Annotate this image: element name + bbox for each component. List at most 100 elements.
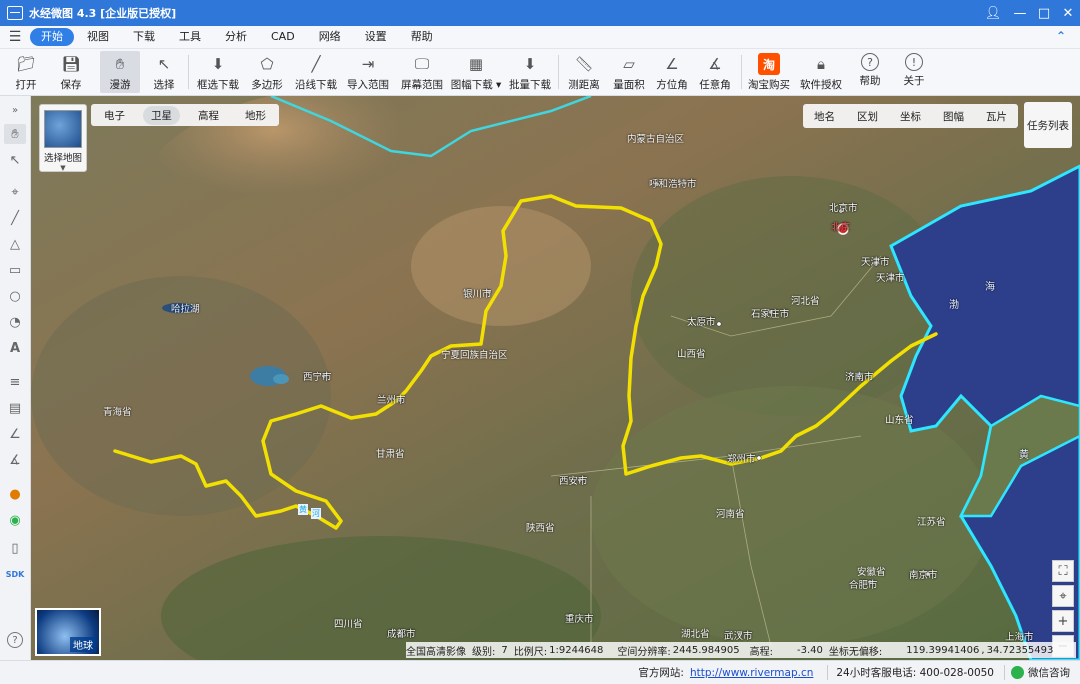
menu-download[interactable]: 下载	[122, 28, 166, 46]
link-icon[interactable]: ◉	[4, 510, 26, 530]
about-button[interactable]: ! 关于	[896, 51, 932, 93]
menu-settings[interactable]: 设置	[354, 28, 398, 46]
label-nanjing: 南京市	[909, 570, 938, 581]
latitude-value: 34.72355493	[986, 644, 1054, 656]
map-type-terrain[interactable]: 地形	[237, 106, 274, 125]
import-range-button[interactable]: ⇥ 导入范围	[346, 51, 390, 93]
map-type-satellite[interactable]: 卫星	[143, 105, 180, 125]
batch-download-label: 批量下载	[509, 79, 551, 91]
wechat-consult-button[interactable]: 微信咨询	[1004, 665, 1070, 680]
window-title: 水经微图 4.3 [企业版已授权]	[29, 7, 177, 20]
expand-panel-icon[interactable]: »	[4, 100, 26, 120]
question-icon[interactable]: ?	[7, 632, 23, 648]
sector-icon[interactable]: ◔	[4, 312, 26, 332]
select-map-label: 选择地图	[43, 153, 82, 164]
menu-analysis[interactable]: 分析	[214, 28, 258, 46]
phone-icon[interactable]: ▯	[4, 538, 26, 558]
select-label: 选择	[153, 79, 175, 91]
zoom-in-button[interactable]: +	[1052, 610, 1074, 632]
bearing-button[interactable]: ∠ 方位角	[653, 51, 691, 93]
bearing-icon[interactable]: ∠	[4, 424, 26, 444]
any-angle-label: 任意角	[699, 79, 731, 91]
measure-distance-button[interactable]: 📏︎ 测距离	[565, 51, 603, 93]
hamburger-menu-icon[interactable]: ☰	[0, 29, 30, 45]
box-download-button[interactable]: ⬇ 框选下载	[195, 51, 241, 93]
task-list-button[interactable]: 任务列表	[1024, 102, 1072, 148]
layer-divisions[interactable]: 区划	[846, 109, 889, 124]
sheet-download-button[interactable]: ▦ 图幅下载 ▾	[451, 51, 502, 93]
layer-placenames[interactable]: 地名	[803, 109, 846, 124]
any-angle-button[interactable]: ∡ 任意角	[696, 51, 734, 93]
layer-tiles[interactable]: 瓦片	[975, 109, 1018, 124]
hand-icon: ✋︎	[115, 55, 125, 73]
angle-icon[interactable]: ∡	[4, 450, 26, 470]
taobao-label: 淘宝购买	[748, 79, 790, 91]
site-link[interactable]: http://www.rivermap.cn	[690, 667, 813, 679]
map-type-switcher: 电子 卫星 高程 地形	[91, 104, 279, 126]
polygon-icon[interactable]: △	[4, 234, 26, 254]
polygon-button[interactable]: ⬠ 多边形	[248, 51, 286, 93]
menu-start[interactable]: 开始	[30, 28, 74, 46]
label-taiyuan: 太原市	[687, 317, 716, 328]
text-icon[interactable]: A	[4, 338, 26, 358]
ruler-icon[interactable]: ≡	[4, 372, 26, 392]
dropdown-arrow-icon: ▼	[60, 164, 66, 172]
map-type-elevation[interactable]: 高程	[190, 106, 227, 125]
hand-icon[interactable]: ✋︎	[4, 124, 26, 144]
license-button[interactable]: 🔒︎ 软件授权	[799, 51, 843, 93]
pan-button[interactable]: ✋︎ 漫游	[100, 51, 140, 93]
maximize-button[interactable]: □	[1032, 0, 1056, 26]
app-logo-icon	[7, 6, 23, 20]
label-yinchuan: 银川市	[463, 289, 492, 300]
label-shaanxi: 陕西省	[526, 523, 555, 534]
wechat-icon	[1011, 666, 1024, 679]
label-qinghai: 青海省	[103, 407, 132, 418]
ruler-icon: 📏︎	[574, 55, 594, 73]
taobao-button[interactable]: 淘 淘宝购买	[747, 51, 791, 93]
select-map-button[interactable]: 选择地图 ▼	[39, 104, 87, 172]
open-button[interactable]: 📁︎ 打开	[8, 51, 44, 93]
save-button[interactable]: 💾︎ 保存	[54, 51, 88, 93]
measure-area-button[interactable]: ▱ 量面积	[610, 51, 648, 93]
map-canvas[interactable]: 内蒙古自治区 呼和浩特市 北京市 北京 天津市 天津市 河北省 石家庄市 太原市…	[31, 96, 1080, 660]
label-beijing-city: 北京市	[829, 203, 858, 214]
close-button[interactable]: ✕	[1056, 0, 1080, 26]
menu-network[interactable]: 网络	[308, 28, 352, 46]
polyline-icon[interactable]: ╱	[4, 208, 26, 228]
hotline-text: 24小时客服电话: 400-028-0050	[827, 665, 994, 680]
help-button[interactable]: ? 帮助	[852, 51, 888, 93]
screen-range-button[interactable]: 🖵︎ 屏幕范围	[400, 51, 444, 93]
monitor-icon: 🖵︎	[414, 55, 430, 73]
area-icon[interactable]: ▤	[4, 398, 26, 418]
sdk-icon[interactable]: SDK	[4, 564, 26, 584]
license-label: 软件授权	[800, 79, 842, 91]
rectangle-icon[interactable]: ▭	[4, 260, 26, 280]
label-hohhot: 呼和浩特市	[649, 179, 697, 190]
circle-icon[interactable]: ○	[4, 286, 26, 306]
minimize-button[interactable]: —	[1008, 0, 1032, 26]
select-button[interactable]: ↖ 选择	[146, 51, 182, 93]
fullscreen-icon[interactable]: ⛶	[1052, 560, 1074, 582]
menu-view[interactable]: 视图	[76, 28, 120, 46]
layer-coordinates[interactable]: 坐标	[889, 109, 932, 124]
line-download-button[interactable]: ╱ 沿线下载	[294, 51, 338, 93]
earth-view-button[interactable]: 地球	[35, 608, 101, 656]
user-icon[interactable]: 👤︎	[978, 0, 1008, 26]
batch-download-button[interactable]: ⬇ 批量下载	[508, 51, 552, 93]
globe-icon[interactable]: ●	[4, 484, 26, 504]
locate-icon[interactable]: ⌖	[1052, 585, 1074, 607]
cursor-icon: ↖	[157, 55, 171, 73]
box-download-label: 框选下载	[197, 79, 239, 91]
import-icon: ⇥	[361, 55, 375, 73]
map-type-electronic[interactable]: 电子	[96, 106, 133, 125]
menu-cad[interactable]: CAD	[260, 28, 306, 46]
label-hefei: 合肥市	[849, 580, 878, 591]
toolbar-divider	[188, 55, 189, 89]
collapse-ribbon-icon[interactable]: ⌃	[1056, 29, 1066, 43]
marker-icon[interactable]: ⌖	[4, 182, 26, 202]
cursor-icon[interactable]: ↖	[4, 150, 26, 170]
menu-help[interactable]: 帮助	[400, 28, 444, 46]
resolution-label: 空间分辨率:	[617, 646, 671, 658]
menu-tools[interactable]: 工具	[168, 28, 212, 46]
layer-sheets[interactable]: 图幅	[932, 109, 975, 124]
